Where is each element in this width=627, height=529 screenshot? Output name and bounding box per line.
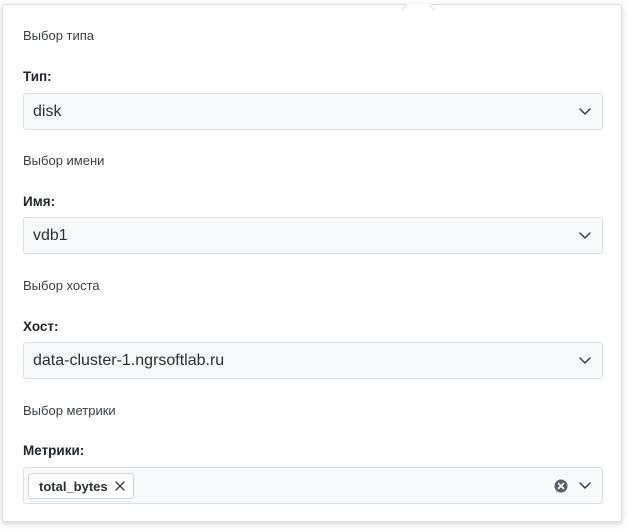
- metric-field-label: Метрики:: [23, 443, 85, 458]
- filter-popover: Выбор типа Тип: disk Выбор имени Имя: vd…: [2, 4, 622, 522]
- host-select-value: data-cluster-1.ngrsoftlab.ru: [33, 352, 225, 369]
- clear-circle-icon[interactable]: [554, 479, 568, 493]
- host-field-label: Хост:: [23, 319, 59, 334]
- popover-arrow-outline: [401, 5, 435, 11]
- close-icon[interactable]: [114, 481, 125, 491]
- type-section-title: Выбор типа: [23, 28, 95, 43]
- type-select[interactable]: disk: [23, 93, 603, 130]
- host-section-title: Выбор хоста: [23, 278, 100, 293]
- name-field-label: Имя:: [23, 194, 56, 209]
- name-section-title: Выбор имени: [23, 153, 105, 168]
- name-select[interactable]: vdb1: [23, 217, 603, 254]
- selected-metric-tag-label: total_bytes: [39, 478, 108, 494]
- chevron-down-icon[interactable]: [578, 230, 592, 240]
- metric-multiselect[interactable]: total_bytes: [23, 467, 603, 504]
- type-select-value: disk: [33, 103, 62, 120]
- selected-metric-tag: total_bytes: [28, 473, 134, 499]
- name-select-value: vdb1: [33, 227, 68, 244]
- chevron-down-icon[interactable]: [578, 106, 592, 116]
- host-select[interactable]: data-cluster-1.ngrsoftlab.ru: [23, 342, 603, 379]
- metric-section-title: Выбор метрики: [23, 403, 116, 418]
- chevron-down-icon[interactable]: [578, 355, 592, 365]
- type-field-label: Тип:: [23, 69, 52, 84]
- chevron-down-icon[interactable]: [578, 480, 592, 490]
